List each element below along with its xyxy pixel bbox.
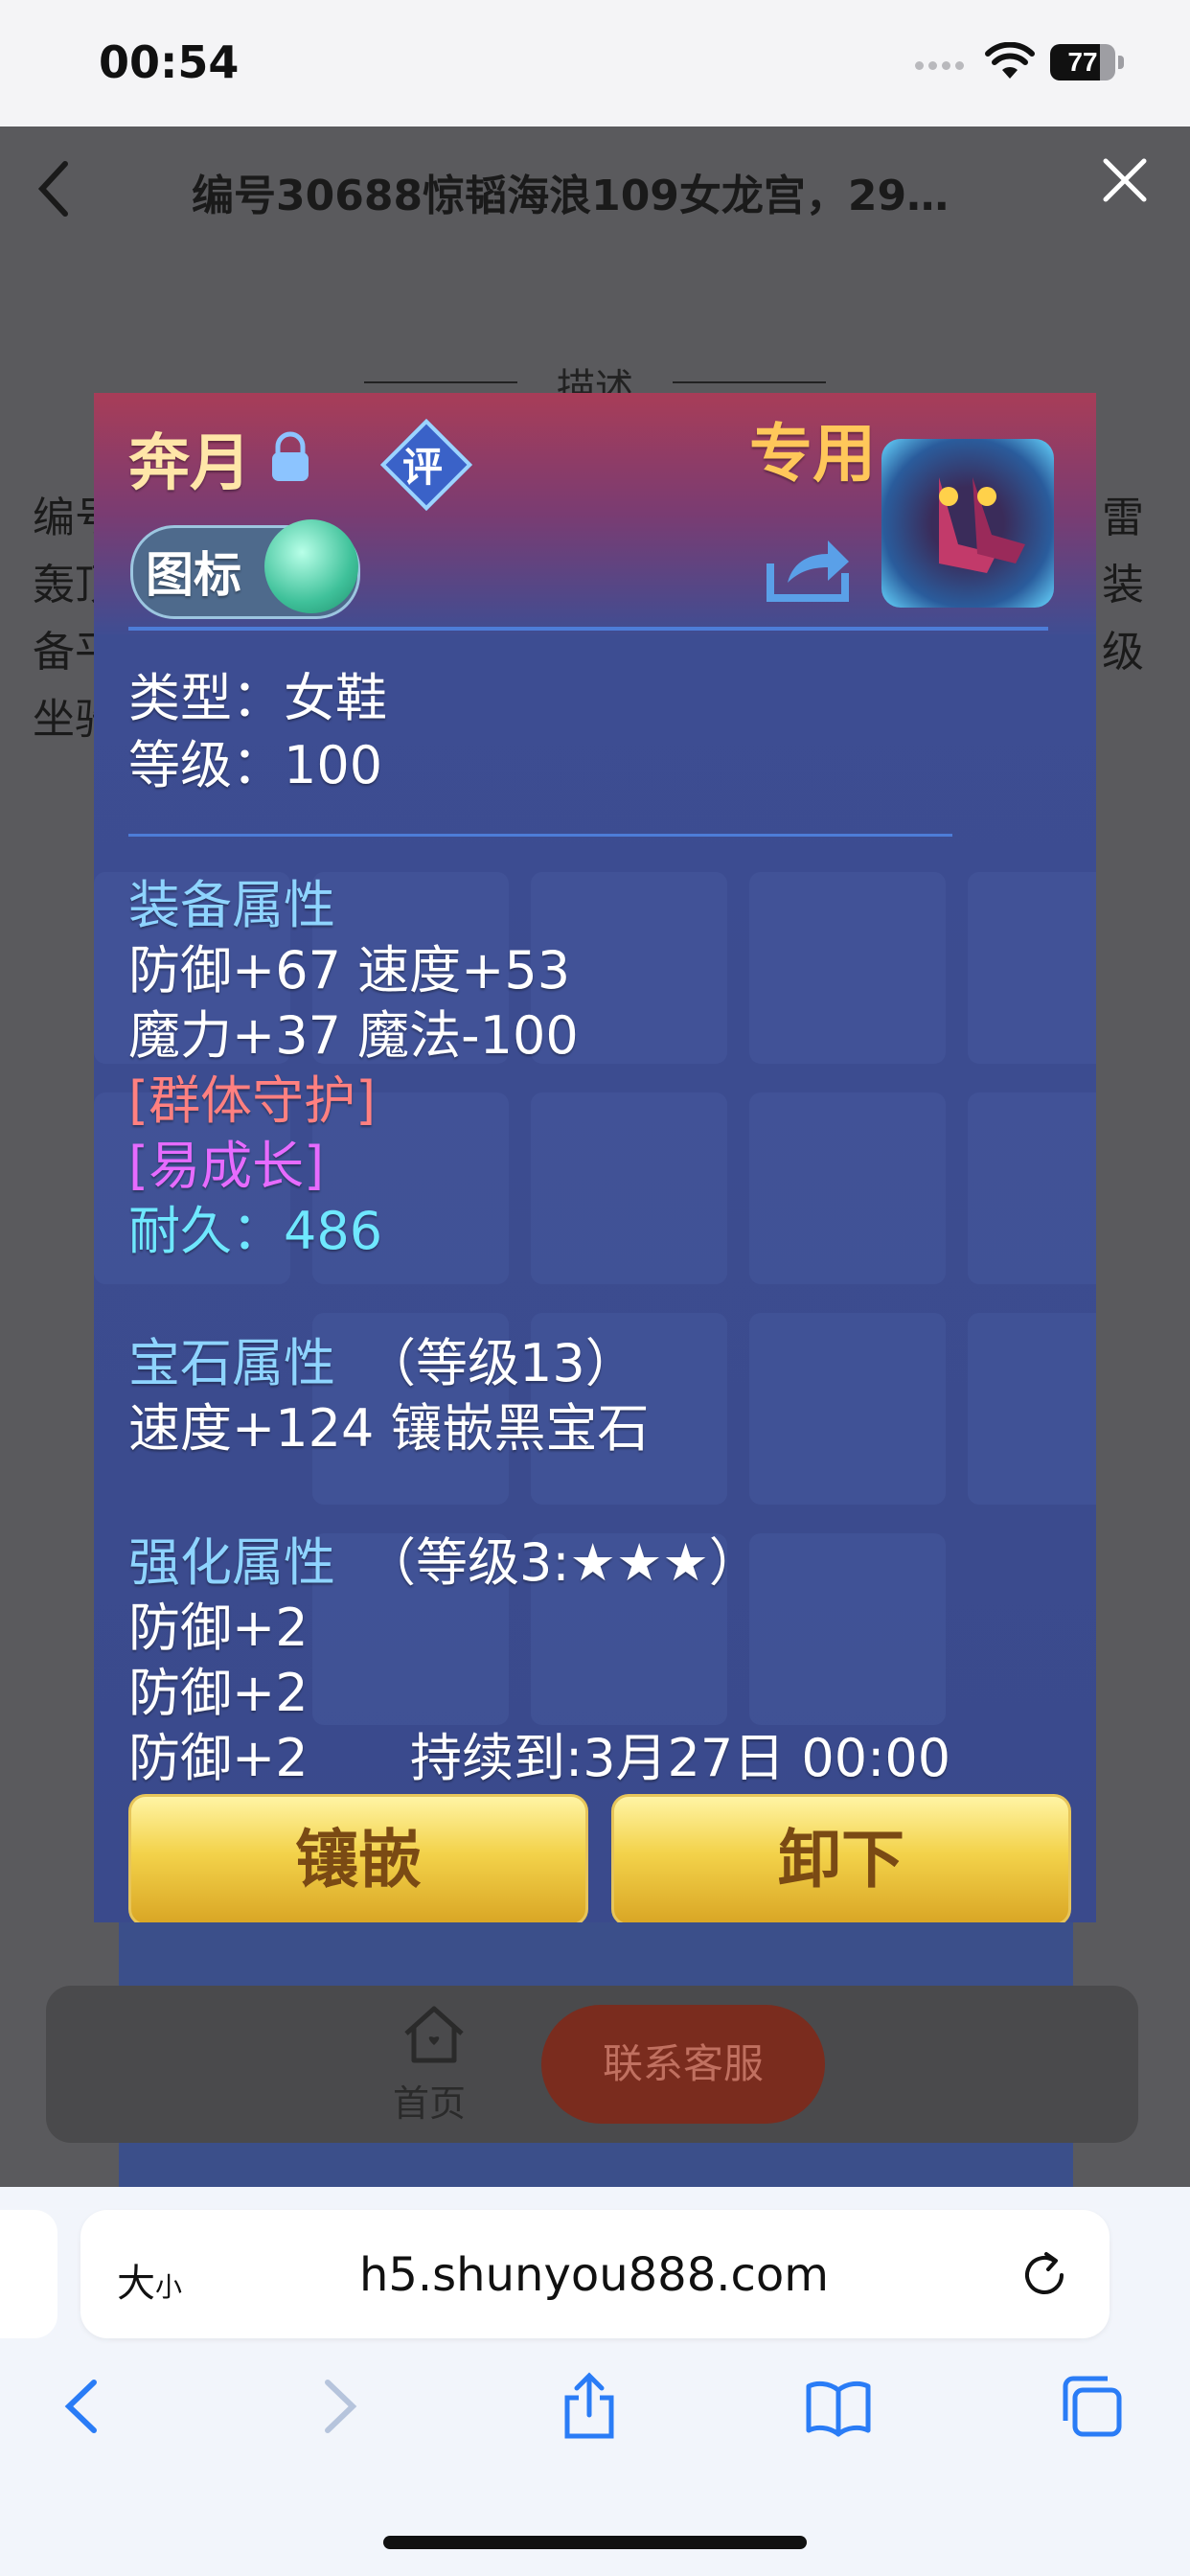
bg-text: 雷	[1102, 494, 1144, 542]
lock-icon	[272, 431, 309, 481]
page-title: 编号30688惊韬海浪109女龙宫，29…	[192, 172, 950, 220]
expire-time: 持续到:3月27日 00:00	[410, 1728, 951, 1788]
share-icon[interactable]	[556, 2371, 623, 2442]
item-level: 等级：100	[128, 735, 383, 795]
durability: 耐久：486	[128, 1201, 383, 1261]
tabs-icon[interactable]	[1058, 2371, 1125, 2442]
divider	[128, 834, 952, 837]
battery-percent: 77	[1067, 47, 1098, 77]
url-text[interactable]: h5.shunyou888.com	[287, 2248, 901, 2302]
inventory-slot	[749, 872, 946, 1064]
inventory-slot	[968, 1313, 1096, 1505]
toggle-label: 图标	[146, 547, 241, 603]
bookmarks-icon[interactable]	[805, 2371, 872, 2442]
back-icon[interactable]	[50, 2371, 117, 2442]
shoe-item-icon	[881, 439, 1054, 608]
unequip-button[interactable]: 卸下	[611, 1794, 1071, 1922]
inlay-button[interactable]: 镶嵌	[128, 1794, 588, 1922]
inventory-slot	[968, 872, 1096, 1064]
home-indicator	[383, 2536, 807, 2549]
cellular-signal-icon	[915, 56, 973, 70]
inventory-slot	[531, 1092, 727, 1284]
item-detail-popup: 奔月 评 专用 图标 类型：女鞋 等级：100 装备属性 防御+67 速度+53…	[94, 393, 1096, 1922]
enhance-line: 防御+2	[128, 1728, 309, 1788]
inventory-slot	[749, 1313, 946, 1505]
text-size-button[interactable]: 大小	[117, 2252, 182, 2308]
home-icon[interactable]	[400, 2003, 468, 2066]
forward-icon[interactable]	[305, 2371, 372, 2442]
battery-icon: 77	[1050, 44, 1127, 80]
reload-icon[interactable]	[1019, 2250, 1069, 2300]
close-icon[interactable]	[1100, 155, 1150, 205]
enhance-level: （等级3:★★★）	[364, 1532, 761, 1593]
bg-text: 装	[1102, 561, 1144, 610]
share-icon[interactable]	[765, 535, 851, 604]
back-chevron-icon[interactable]	[34, 158, 73, 219]
divider	[128, 627, 1048, 631]
gem-attr-line: 速度+124 镶嵌黑宝石	[128, 1398, 650, 1459]
rate-badge[interactable]: 评	[379, 418, 473, 512]
contact-support-button[interactable]: 联系客服	[541, 2005, 825, 2124]
wifi-icon	[985, 42, 1035, 79]
previous-tab-stub[interactable]	[0, 2210, 57, 2338]
home-label[interactable]: 首页	[393, 2074, 466, 2127]
inventory-slot	[749, 1533, 946, 1725]
exclusive-label: 专用	[749, 417, 876, 491]
bg-text: 级	[1102, 628, 1144, 677]
item-type: 类型：女鞋	[128, 668, 387, 728]
item-name: 奔月	[128, 428, 251, 499]
toggle-knob[interactable]	[264, 519, 358, 613]
status-time: 00:54	[99, 36, 240, 88]
inventory-slot	[968, 1092, 1096, 1284]
inventory-slot	[749, 1092, 946, 1284]
